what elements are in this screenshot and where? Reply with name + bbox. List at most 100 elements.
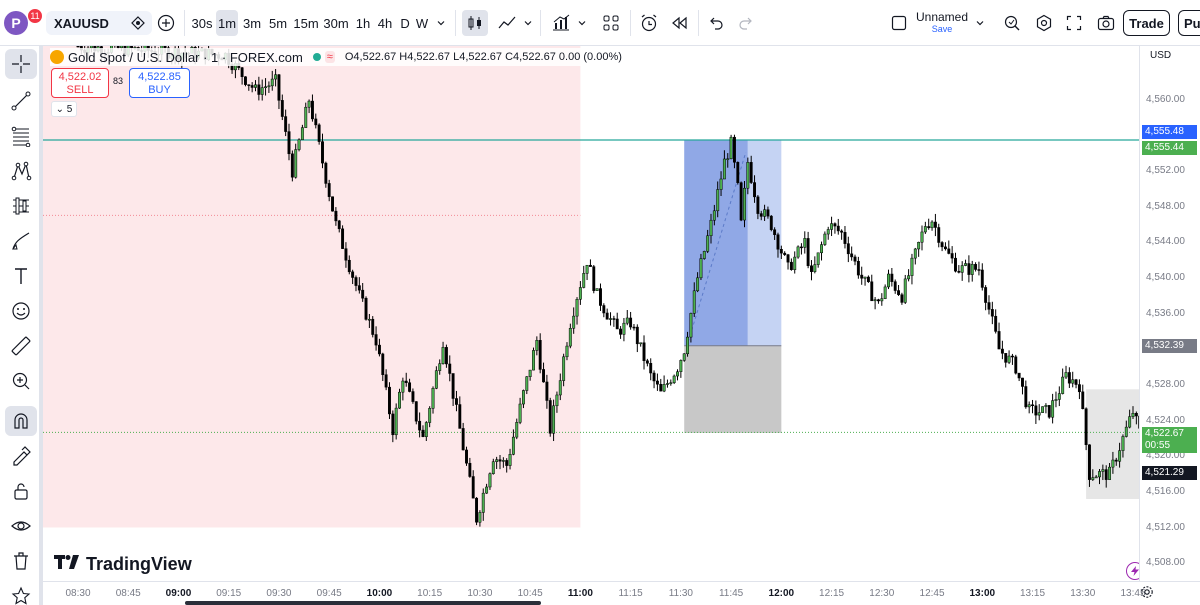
candles-chart-type-icon[interactable]	[462, 10, 488, 36]
stay-in-drawing-mode-icon[interactable]	[5, 441, 37, 471]
lock-drawings-icon[interactable]	[5, 476, 37, 506]
candle-up	[367, 318, 371, 321]
favorites-star-icon[interactable]	[5, 581, 37, 605]
settings-gear-icon[interactable]	[1032, 0, 1056, 46]
candle-up	[923, 226, 927, 233]
quantity-collapse-button[interactable]: ⌄ 5	[51, 101, 77, 117]
undo-icon[interactable]	[704, 0, 728, 46]
candle-down	[344, 248, 348, 261]
candle-up	[706, 235, 710, 252]
layout-grid-icon[interactable]	[598, 0, 624, 46]
symbol-search-button[interactable]: XAUUSD	[46, 11, 152, 35]
price-chart[interactable]	[43, 46, 1139, 581]
snapshot-camera-icon[interactable]	[1094, 0, 1118, 46]
candle-down	[840, 230, 844, 233]
chart-pane[interactable]: Gold Spot / U.S. Dollar · 1 · FOREX.com …	[43, 46, 1139, 581]
interval-3m[interactable]: 3m	[240, 0, 264, 46]
magnet-icon[interactable]	[5, 406, 37, 436]
layout-checkbox-icon[interactable]	[890, 0, 908, 46]
layout-save-label[interactable]: Save	[912, 25, 972, 34]
indicators-icon[interactable]	[492, 0, 522, 46]
candle-up	[666, 383, 669, 385]
quick-trade-lightning-icon[interactable]	[1126, 562, 1139, 580]
data-delay-icon: ≈	[324, 51, 335, 63]
publish-button[interactable]: Pu	[1178, 10, 1200, 36]
candle-up	[1098, 471, 1101, 478]
remove-drawings-trash-icon[interactable]	[5, 546, 37, 576]
compare-dropdown-icon[interactable]	[576, 0, 588, 46]
text-tool-icon[interactable]	[5, 261, 37, 291]
add-symbol-icon[interactable]	[154, 0, 178, 46]
interval-1h[interactable]: 1h	[353, 0, 373, 46]
candle-up	[686, 336, 690, 355]
candle-down	[927, 226, 931, 229]
candle-down	[471, 476, 475, 499]
crosshair-cursor-icon[interactable]	[5, 49, 37, 79]
emoji-icon[interactable]	[5, 296, 37, 326]
pattern-tool-icon[interactable]	[5, 156, 37, 186]
forecasting-tool-icon[interactable]	[5, 191, 37, 221]
sell-button[interactable]: 4,522.02 SELL	[51, 68, 109, 98]
candle-up	[625, 317, 629, 324]
layout-name[interactable]: Unnamed Save	[912, 11, 972, 34]
candle-down	[324, 162, 328, 184]
time-tick-label: 10:30	[467, 588, 493, 599]
candle-up	[1041, 406, 1045, 413]
interval-30s[interactable]: 30s	[190, 0, 214, 46]
compare-chart-icon[interactable]	[548, 0, 574, 46]
candle-down	[347, 259, 351, 273]
candle-down	[890, 273, 894, 282]
candle-up	[1071, 379, 1075, 384]
layout-dropdown-icon[interactable]	[974, 0, 986, 46]
symbol-legend[interactable]: Gold Spot / U.S. Dollar · 1 · FOREX.com …	[50, 48, 622, 66]
time-tick-label: 11:00	[567, 588, 593, 599]
interval-W[interactable]: W	[414, 0, 430, 46]
currency-label[interactable]: USD	[1150, 50, 1171, 61]
zoom-in-icon[interactable]	[5, 366, 37, 396]
interval-4h[interactable]: 4h	[375, 0, 395, 46]
candle-down	[361, 289, 365, 299]
candle-up	[297, 139, 301, 150]
redo-icon[interactable]	[734, 0, 758, 46]
candle-up	[679, 360, 683, 372]
interval-15m[interactable]: 15m	[292, 0, 320, 46]
interval-30m[interactable]: 30m	[322, 0, 350, 46]
interval-D[interactable]: D	[398, 0, 412, 46]
trade-button[interactable]: Trade	[1123, 10, 1170, 36]
interval-5m[interactable]: 5m	[266, 0, 290, 46]
candle-down	[974, 264, 978, 270]
intervals-dropdown-icon[interactable]	[435, 0, 447, 46]
fib-retracement-icon[interactable]	[5, 121, 37, 151]
candle-down	[866, 276, 870, 283]
user-avatar[interactable]: P	[4, 11, 28, 35]
chart-settings-gear-icon[interactable]	[1140, 585, 1154, 602]
market-status-dot-icon	[312, 53, 321, 61]
price-tick-label: 4,516.00	[1146, 485, 1185, 497]
ruler-measure-icon[interactable]	[5, 331, 37, 361]
candle-up	[568, 328, 572, 347]
candle-up	[669, 382, 673, 384]
sell-label: SELL	[66, 84, 94, 96]
candle-up	[1111, 459, 1115, 468]
time-tick-label: 10:15	[417, 588, 443, 599]
buy-button[interactable]: 4,522.85 BUY	[129, 68, 190, 98]
time-scroll-bar[interactable]	[185, 601, 541, 605]
trend-line-icon[interactable]	[5, 86, 37, 116]
replay-icon[interactable]	[666, 0, 692, 46]
quick-search-icon[interactable]	[1000, 0, 1024, 46]
symbol-info-icon[interactable]	[130, 15, 146, 34]
brush-icon[interactable]	[5, 226, 37, 256]
candle-up	[880, 298, 884, 302]
candle-down	[645, 360, 649, 364]
time-scale[interactable]: 08:30 08:45 09:00 09:15 09:30 09:45 10:00 10:15…	[43, 581, 1200, 605]
alert-icon[interactable]	[636, 0, 662, 46]
hide-drawings-eye-icon[interactable]	[5, 511, 37, 541]
price-scale[interactable]: USD 4,560.004,556.004,552.004,548.004,54…	[1139, 46, 1200, 581]
candle-up	[264, 86, 268, 88]
fullscreen-icon[interactable]	[1062, 0, 1086, 46]
candle-down	[739, 182, 743, 221]
candle-up	[532, 350, 535, 371]
top-toolbar: P 11 XAUUSD 30s 1m 3m 5m 15m 30m 1h 4h D W	[0, 0, 1200, 46]
indicators-dropdown-icon[interactable]	[522, 0, 534, 46]
interval-1m[interactable]: 1m	[216, 10, 238, 36]
